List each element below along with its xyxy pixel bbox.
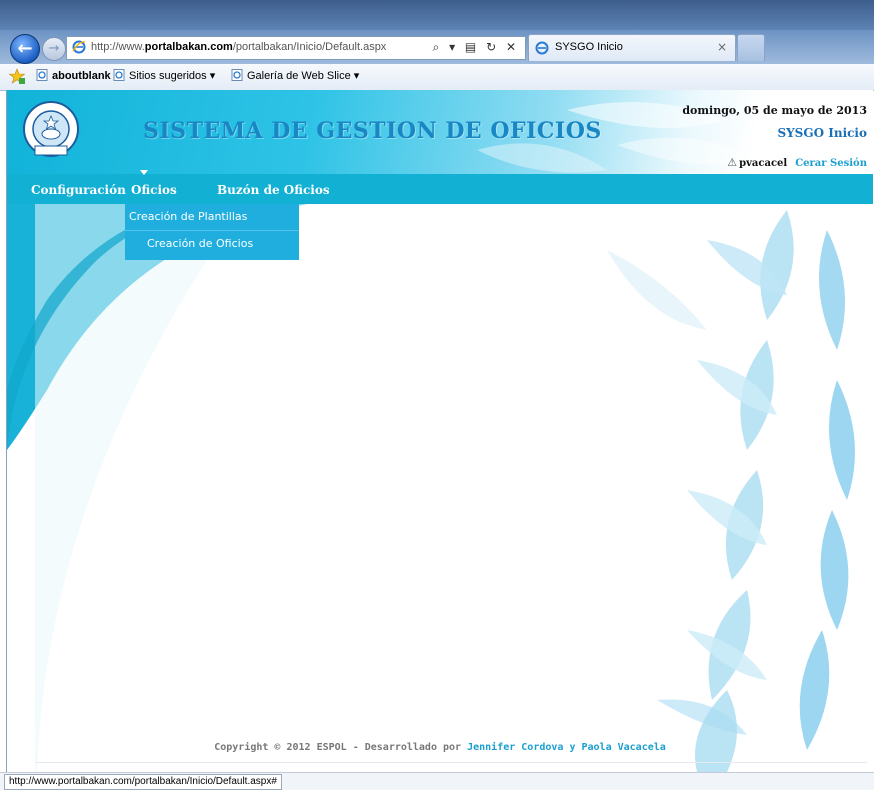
new-tab-button[interactable]: [737, 34, 765, 61]
footer-authors: Jennifer Cordova y Paola Vacacela: [467, 742, 666, 753]
espol-logo: [23, 101, 79, 157]
favorites-bar: aboutblank Sitios sugeridos ▾ Galería de…: [0, 64, 874, 91]
url-text[interactable]: http://www.portalbakan.com/portalbakan/I…: [91, 41, 386, 53]
user-warning-icon: ⚠: [727, 156, 738, 169]
home-link[interactable]: SYSGO Inicio: [777, 126, 867, 140]
favorite-sitios-sugeridos[interactable]: Sitios sugeridos ▾: [113, 69, 215, 82]
ie-page-icon: [36, 69, 48, 81]
ie-page-icon: [535, 41, 549, 55]
tab-title: SYSGO Inicio: [555, 41, 623, 53]
username: pvacacel: [739, 158, 788, 169]
menu-item-creacion-plantillas[interactable]: Creación de Plantillas: [125, 204, 303, 230]
status-url: http://www.portalbakan.com/portalbakan/I…: [4, 774, 282, 790]
page-viewport: SISTEMA DE GESTION DE OFICIOS domingo, 0…: [6, 90, 873, 772]
site-title: SISTEMA DE GESTION DE OFICIOS: [143, 118, 602, 144]
browser-chrome: ← → http://www.portalbakan.com/portalbak…: [0, 0, 874, 91]
status-bar: http://www.portalbakan.com/portalbakan/I…: [0, 772, 874, 790]
tab-close-icon[interactable]: ×: [717, 40, 727, 54]
footer-divider: [35, 762, 867, 763]
favorites-star-icon[interactable]: [8, 68, 26, 84]
favorite-aboutblank[interactable]: aboutblank: [36, 69, 111, 82]
current-date: domingo, 05 de mayo de 2013: [682, 104, 867, 117]
chevron-down-icon: [140, 170, 148, 175]
nav-buzon-oficios[interactable]: Buzón de Oficios: [217, 183, 330, 197]
ie-page-icon: [231, 69, 243, 81]
address-bar[interactable]: http://www.portalbakan.com/portalbakan/I…: [66, 36, 526, 60]
ie-page-icon: [113, 69, 125, 81]
favorite-galeria-web-slice[interactable]: Galería de Web Slice ▾: [231, 69, 359, 82]
user-row: ⚠ pvacacel Cerar Sesión: [727, 156, 867, 169]
footer-text: Copyright © 2012 ESPOL - Desarrollado po…: [214, 742, 468, 753]
oficios-dropdown-menu: Creación de Plantillas Creación de Ofici…: [125, 204, 299, 260]
main-navigation: Configuración Oficios Buzón de Oficios: [7, 174, 873, 204]
forward-button[interactable]: →: [42, 37, 66, 61]
nav-oficios[interactable]: Oficios: [131, 183, 177, 197]
tab-sysgo-inicio[interactable]: SYSGO Inicio ×: [528, 34, 736, 61]
back-button[interactable]: ←: [10, 34, 40, 64]
ie-logo-icon: [72, 40, 86, 54]
footer-copyright: Copyright © 2012 ESPOL - Desarrollado po…: [7, 742, 873, 753]
menu-item-creacion-oficios[interactable]: Creación de Oficios: [125, 231, 321, 257]
menu-item-label: Creación de Oficios: [147, 237, 254, 250]
logout-link[interactable]: Cerar Sesión: [795, 158, 867, 169]
menu-item-label: Creación de Plantillas: [129, 210, 248, 223]
nav-configuracion[interactable]: Configuración: [31, 183, 126, 197]
address-controls[interactable]: ⌕ ▾ ▤ ↻ ✕: [433, 40, 519, 55]
title-bar: [0, 0, 874, 30]
